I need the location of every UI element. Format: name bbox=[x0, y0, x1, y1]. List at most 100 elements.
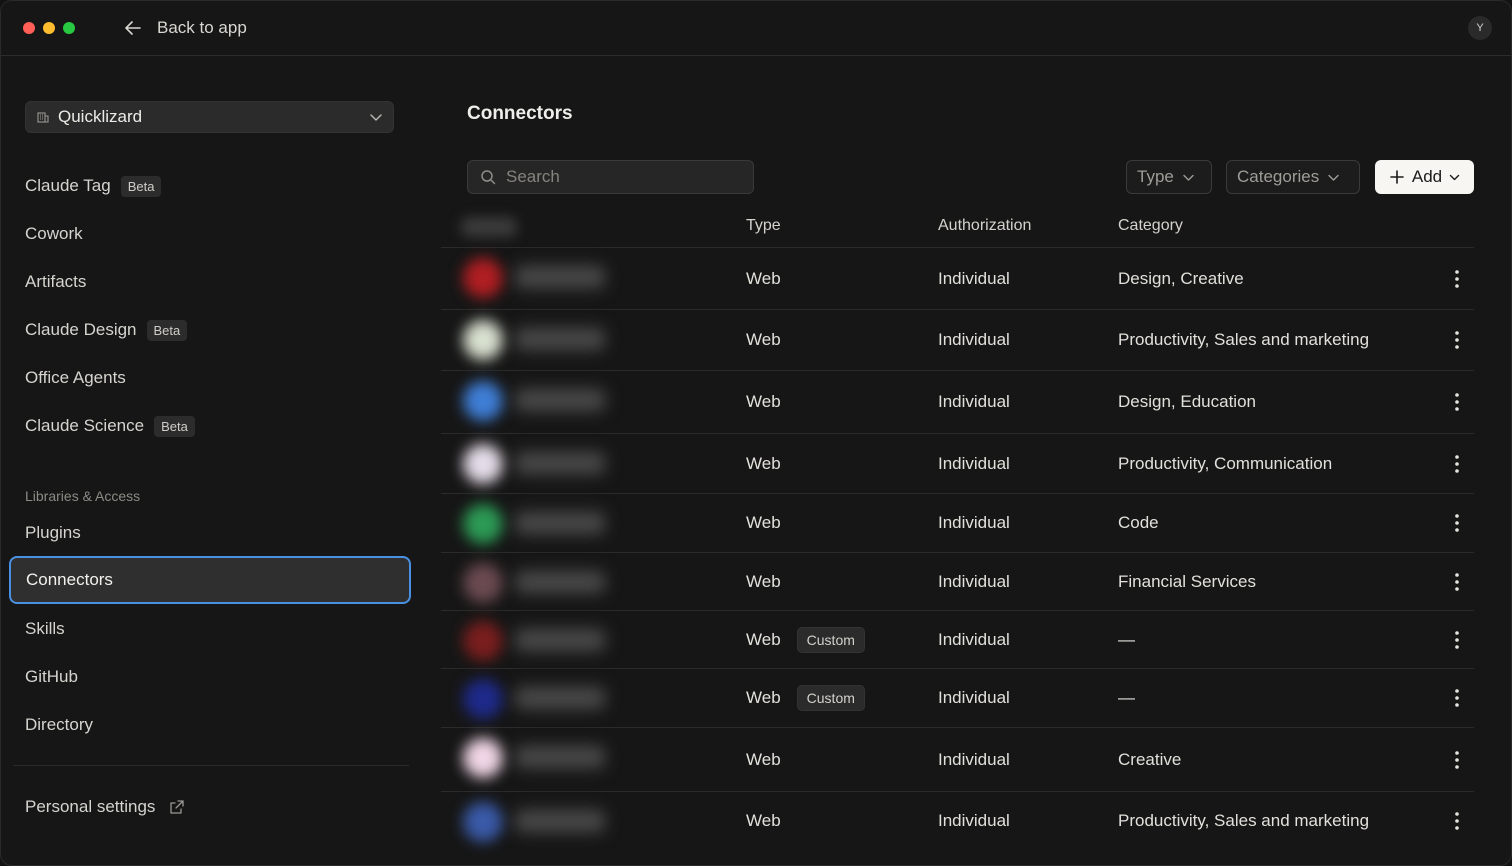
type-filter-dropdown[interactable]: Type bbox=[1126, 160, 1212, 194]
connector-logo bbox=[463, 738, 503, 778]
connector-name bbox=[515, 266, 605, 288]
type-cell: Web Custom bbox=[746, 685, 865, 711]
more-vertical-icon bbox=[1455, 811, 1459, 830]
type-cell: Web bbox=[746, 392, 781, 412]
type-cell: Web Custom bbox=[746, 626, 865, 653]
sidebar-item-label: Office Agents bbox=[25, 368, 126, 387]
type-cell: Web bbox=[746, 750, 781, 770]
custom-badge: Custom bbox=[796, 685, 865, 711]
more-vertical-icon bbox=[1455, 454, 1459, 473]
sidebar-item-label: Claude Design bbox=[25, 320, 137, 339]
sidebar-item-artifacts[interactable]: Artifacts bbox=[25, 267, 86, 297]
categories-filter-dropdown[interactable]: Categories bbox=[1226, 160, 1360, 194]
type-value: Web bbox=[746, 571, 781, 591]
app-window: Back to app Y Quicklizard Claude Tag Bet… bbox=[0, 0, 1512, 866]
chevron-down-icon bbox=[1449, 174, 1460, 180]
row-more-options-button[interactable] bbox=[1447, 750, 1467, 770]
more-vertical-icon bbox=[1455, 750, 1459, 769]
table-row[interactable]: Web Individual Creative bbox=[441, 727, 1474, 791]
more-vertical-icon bbox=[1455, 689, 1459, 707]
connector-name bbox=[515, 452, 605, 474]
type-value: Web bbox=[746, 688, 781, 707]
column-header-type: Type bbox=[746, 217, 781, 234]
search-input[interactable] bbox=[506, 167, 741, 187]
table-row[interactable]: Web Individual Productivity, Sales and mar… bbox=[441, 309, 1474, 370]
table-row[interactable]: Web Custom Individual — bbox=[441, 610, 1474, 668]
sidebar-item-office-agents[interactable]: Office Agents bbox=[25, 363, 126, 393]
personal-settings-link[interactable]: Personal settings bbox=[25, 793, 185, 821]
row-more-options-button[interactable] bbox=[1447, 269, 1467, 289]
categories-filter-label: Categories bbox=[1237, 167, 1320, 186]
section-label-libraries: Libraries & Access bbox=[25, 488, 141, 504]
sidebar-item-claude-design[interactable]: Claude Design Beta bbox=[25, 315, 188, 345]
table-row[interactable]: Web Custom Individual — bbox=[441, 668, 1474, 727]
table-row[interactable]: Web Individual Productivity, Communication bbox=[441, 433, 1474, 493]
type-value: Web bbox=[746, 629, 781, 649]
authorization-cell: Individual bbox=[938, 392, 1010, 411]
sidebar-item-connectors[interactable]: Connectors bbox=[9, 556, 411, 604]
sidebar-item-label: Claude Tag bbox=[25, 176, 111, 195]
close-window-button[interactable] bbox=[23, 22, 35, 34]
row-more-options-button[interactable] bbox=[1447, 630, 1467, 650]
table-row[interactable]: Web Individual Design, Creative bbox=[441, 247, 1474, 309]
avatar[interactable]: Y bbox=[1468, 16, 1492, 40]
sidebar-item-label: GitHub bbox=[25, 667, 78, 686]
sidebar-item-github[interactable]: GitHub bbox=[25, 662, 78, 692]
type-cell: Web bbox=[746, 811, 781, 831]
plus-icon bbox=[1390, 170, 1404, 184]
add-connector-button[interactable]: Add bbox=[1375, 160, 1474, 194]
table-row[interactable]: Web Individual Code bbox=[441, 493, 1474, 552]
connector-name bbox=[515, 629, 605, 651]
sidebar-item-skills[interactable]: Skills bbox=[25, 614, 65, 644]
beta-badge: Beta bbox=[146, 319, 188, 341]
type-filter-label: Type bbox=[1137, 167, 1174, 186]
row-more-options-button[interactable] bbox=[1447, 688, 1467, 708]
row-more-options-button[interactable] bbox=[1447, 392, 1467, 412]
table-row[interactable]: Web Individual Design, Education bbox=[441, 370, 1474, 433]
connector-logo bbox=[463, 320, 503, 360]
table-row[interactable]: Web Individual Productivity, Sales and mar… bbox=[441, 791, 1474, 849]
category-cell: — bbox=[1118, 629, 1135, 649]
organization-select[interactable]: Quicklizard bbox=[25, 101, 394, 133]
connector-name bbox=[515, 746, 605, 768]
sidebar-item-directory[interactable]: Directory bbox=[25, 710, 93, 740]
back-to-app-button[interactable]: Back to app bbox=[123, 15, 247, 41]
category-cell: — bbox=[1118, 688, 1135, 707]
search-box[interactable] bbox=[467, 160, 754, 194]
connector-logo bbox=[463, 621, 503, 661]
back-label: Back to app bbox=[157, 18, 247, 37]
sidebar-item-claude-science[interactable]: Claude Science Beta bbox=[25, 411, 195, 441]
category-cell: Financial Services bbox=[1118, 571, 1256, 591]
building-icon bbox=[37, 112, 49, 123]
sidebar-item-cowork[interactable]: Cowork bbox=[25, 219, 83, 249]
category-cell: Productivity, Sales and marketing bbox=[1118, 810, 1370, 830]
sidebar-item-plugins[interactable]: Plugins bbox=[25, 518, 81, 548]
table-row[interactable]: Web Individual Financial Services bbox=[441, 552, 1474, 610]
beta-badge: Beta bbox=[120, 175, 162, 197]
connector-logo bbox=[463, 504, 503, 544]
search-icon bbox=[481, 170, 496, 185]
minimize-window-button[interactable] bbox=[43, 22, 55, 34]
authorization-cell: Individual bbox=[938, 268, 1010, 288]
maximize-window-button[interactable] bbox=[63, 22, 75, 34]
row-more-options-button[interactable] bbox=[1447, 330, 1467, 350]
row-more-options-button[interactable] bbox=[1447, 454, 1467, 474]
beta-badge: Beta bbox=[154, 415, 195, 437]
type-value: Web bbox=[746, 749, 781, 769]
more-vertical-icon bbox=[1455, 393, 1459, 411]
more-vertical-icon bbox=[1455, 331, 1459, 349]
row-more-options-button[interactable] bbox=[1447, 513, 1467, 533]
sidebar-item-claude-tag[interactable]: Claude Tag Beta bbox=[25, 171, 162, 201]
sidebar-item-label: Artifacts bbox=[25, 272, 87, 291]
sidebar-item-label: Cowork bbox=[25, 224, 83, 243]
authorization-cell: Individual bbox=[938, 629, 1010, 649]
row-more-options-button[interactable] bbox=[1447, 811, 1467, 831]
page-title: Connectors bbox=[467, 103, 573, 124]
sidebar: Quicklizard Claude Tag Beta Cowork Artif… bbox=[1, 57, 421, 865]
connector-name bbox=[515, 810, 605, 832]
sidebar-item-label: Skills bbox=[25, 619, 65, 638]
connector-logo bbox=[463, 679, 503, 719]
row-more-options-button[interactable] bbox=[1447, 572, 1467, 592]
authorization-cell: Individual bbox=[938, 330, 1010, 349]
external-link-icon bbox=[170, 800, 185, 814]
